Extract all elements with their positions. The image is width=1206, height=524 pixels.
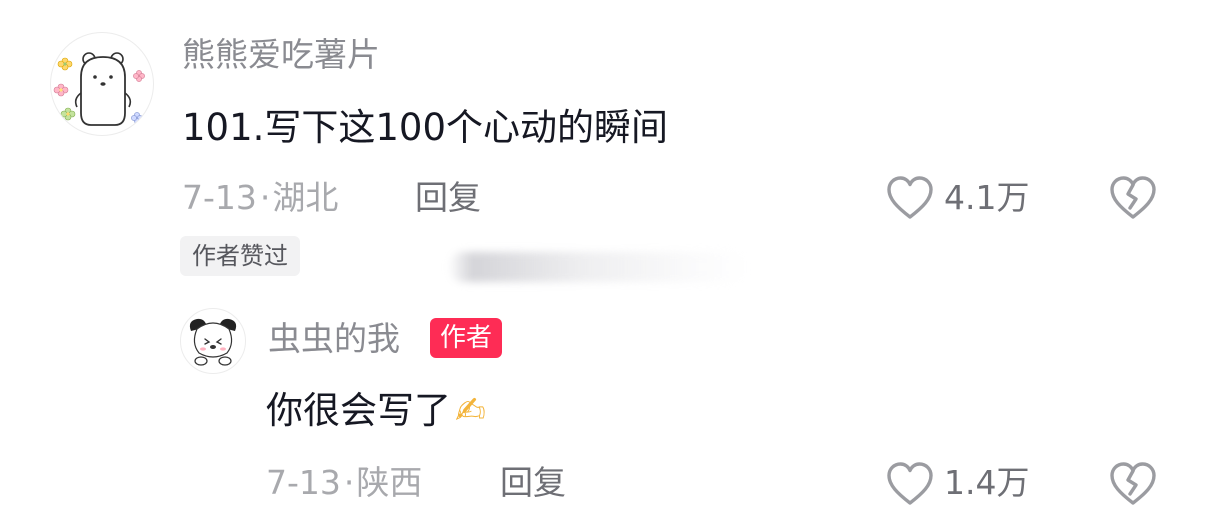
reply-dislike-button[interactable] (1108, 460, 1158, 508)
dislike-button[interactable] (1108, 174, 1158, 222)
reply-date: 7-13 (266, 463, 341, 502)
blurred-overlay (448, 252, 748, 282)
reply-button[interactable]: 回复 (415, 181, 481, 214)
meta-separator: · (343, 463, 355, 502)
reply-user-avatar[interactable] (180, 308, 246, 374)
reply-like-count: 1.4万 (944, 463, 1030, 502)
reply-text: 你很会写了 ✍ (266, 392, 486, 429)
bear-avatar-icon (52, 34, 152, 134)
reply-location: 陕西 (356, 463, 423, 502)
heart-icon (887, 462, 933, 505)
like-button[interactable] (885, 174, 935, 222)
comment-date: 7-13 (182, 178, 257, 217)
reply-meta: 7-13·陕西 (266, 466, 422, 499)
comment-meta: 7-13·湖北 (182, 181, 338, 214)
pochacco-avatar-icon (182, 310, 244, 372)
heart-icon (887, 176, 933, 219)
meta-separator: · (259, 178, 271, 217)
author-badge: 作者 (430, 318, 503, 358)
broken-heart-icon (1110, 176, 1156, 219)
user-avatar[interactable] (50, 32, 154, 136)
like-count: 4.1万 (944, 178, 1030, 217)
reply-reply-button[interactable]: 回复 (500, 466, 566, 499)
comment-username[interactable]: 熊熊爱吃薯片 (182, 38, 380, 71)
comment-location: 湖北 (272, 178, 339, 217)
comment-text: 101.写下这100个心动的瞬间 (182, 106, 669, 149)
writing-hand-emoji: ✍ (455, 389, 487, 432)
broken-heart-icon (1110, 462, 1156, 505)
author-liked-badge: 作者赞过 (180, 236, 300, 276)
reply-content: 你很会写了 (266, 389, 451, 432)
reply-username[interactable]: 虫虫的我 (268, 322, 400, 355)
reply-like-button[interactable] (885, 460, 935, 508)
